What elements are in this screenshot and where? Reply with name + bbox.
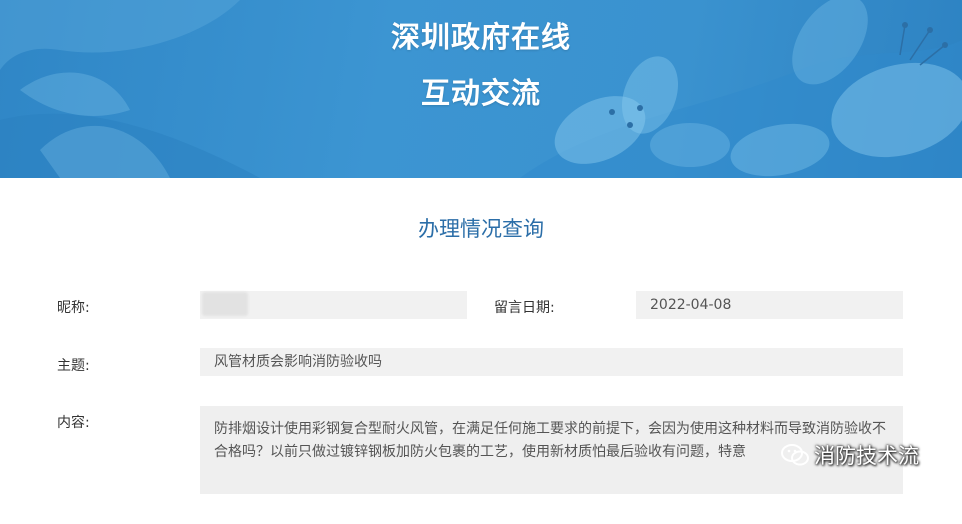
watermark: 消防技术流 — [780, 440, 919, 470]
subject-field: 风管材质会影响消防验收吗 — [200, 348, 903, 376]
wechat-icon — [781, 444, 809, 466]
banner-title-line2: 互动交流 — [420, 76, 541, 110]
subject-label: 主题: — [57, 358, 90, 374]
nickname-label: 昵称: — [57, 300, 90, 316]
date-label: 留言日期: — [494, 300, 555, 316]
banner-title-line1: 深圳政府在线 — [390, 20, 571, 54]
watermark-text: 消防技术流 — [814, 444, 919, 468]
date-field: 2022-04-08 — [636, 291, 903, 319]
header-banner: 深圳政府在线 互动交流 — [0, 0, 962, 178]
content-label: 内容: — [57, 415, 90, 431]
redacted-nickname — [202, 292, 248, 316]
page-title: 办理情况查询 — [418, 217, 544, 241]
